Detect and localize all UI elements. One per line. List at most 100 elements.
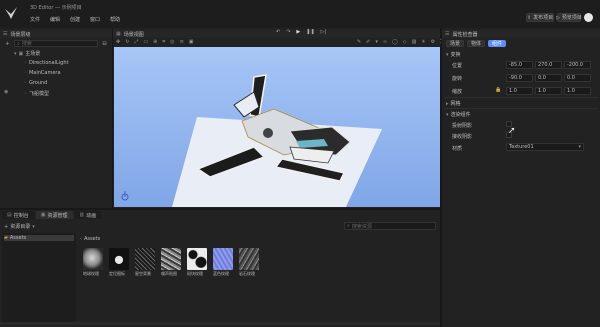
rotation-x-field[interactable]: -90.0 xyxy=(506,74,533,82)
hierarchy-header: ☰ 场景层级 xyxy=(0,30,112,38)
chevron-down-icon: ▾ xyxy=(446,51,449,58)
move-tool-icon[interactable]: ✥ xyxy=(116,39,120,45)
scale-y-field[interactable]: 1.0 xyxy=(535,87,562,95)
scrollbar[interactable] xyxy=(0,322,440,325)
rotation-y-field[interactable]: 0.0 xyxy=(535,74,562,82)
section-render[interactable]: ▾ 渲染组件 xyxy=(446,111,471,119)
asset-item[interactable]: 噪声贴图 xyxy=(161,248,183,277)
inspector-panel xyxy=(442,28,600,327)
redo-icon[interactable]: ↷ xyxy=(286,29,290,35)
brush-icon[interactable]: ✐ xyxy=(366,39,370,45)
camera-icon: ◦ xyxy=(24,70,27,76)
window-title: 3D Editor — 示例项目 xyxy=(30,5,82,11)
settings-icon[interactable]: ⚙ xyxy=(431,39,435,45)
section-transform[interactable]: ▾ 变换 xyxy=(446,51,596,59)
position-y-field[interactable]: 270.0 xyxy=(535,61,562,69)
tree-item-light[interactable]: ◦ DirectionalLight xyxy=(24,60,68,66)
film-icon: ▥ xyxy=(79,212,85,218)
position-z-field[interactable]: -200.0 xyxy=(564,61,591,69)
inspector-header: ☰ 属性检查器 xyxy=(442,30,600,38)
assets-header: + 资源目录 ▾ xyxy=(4,223,35,231)
avatar[interactable] xyxy=(584,13,593,22)
play-icon[interactable]: ▶ xyxy=(296,29,300,35)
inspector-title: 属性检查器 xyxy=(452,31,478,38)
eye-icon[interactable]: ◉ xyxy=(4,89,8,95)
breadcrumb: ‹ Assets xyxy=(80,236,101,242)
tree-item-ground[interactable]: ◦ Ground xyxy=(24,80,47,86)
rect-tool-icon[interactable]: ▭ xyxy=(143,39,148,45)
link-icon[interactable]: ∞ xyxy=(383,39,387,45)
info-icon: ☰ xyxy=(445,31,450,37)
viewport-toolbar-right: ✎ ✐ ▾ ∞ ◯ ◇ ▨ ☀ ⚙ ⛶ xyxy=(357,39,444,45)
step-icon[interactable]: ▷| xyxy=(321,29,327,35)
tab-object[interactable]: 物体 xyxy=(467,40,486,47)
tab-console[interactable]: ▤ 控制台 xyxy=(2,211,34,219)
asset-search-input[interactable]: ⌕ 搜索资源 xyxy=(344,222,436,230)
material-select[interactable]: Texture01 ▾ xyxy=(506,143,584,151)
menu-item-window[interactable]: 窗口 xyxy=(90,16,100,23)
rotate-tool-icon[interactable]: ↻ xyxy=(125,39,129,45)
menu-item-create[interactable]: 创建 xyxy=(70,16,80,23)
hierarchy-search-input[interactable]: ⌕ 搜索 xyxy=(14,40,98,47)
menu-item-file[interactable]: 文件 xyxy=(30,16,40,23)
cube-icon: ◦ xyxy=(24,90,27,97)
tree-item-scene[interactable]: ▾ ▣ 主场景 xyxy=(14,50,40,58)
menu-item-edit[interactable]: 编辑 xyxy=(50,16,60,23)
camera-icon[interactable]: ▣ xyxy=(189,39,194,45)
tab-animation[interactable]: ▥ 动画 xyxy=(74,211,102,219)
scale-z-field[interactable]: 1.0 xyxy=(564,87,591,95)
align-icon[interactable]: ≡ xyxy=(180,39,184,45)
bird-logo-icon[interactable] xyxy=(3,5,19,21)
image-icon[interactable]: ▨ xyxy=(412,39,417,45)
asset-thumbnail-stars xyxy=(135,248,155,270)
folder-icon: ▣ xyxy=(40,212,46,218)
pause-icon[interactable]: ❚❚ xyxy=(306,29,314,35)
position-x-field[interactable]: -85.0 xyxy=(506,61,533,69)
tab-assets[interactable]: ▣ 资源管理 xyxy=(35,211,73,219)
undo-icon[interactable]: ↶ xyxy=(276,29,280,35)
light-icon: ◦ xyxy=(24,60,27,66)
sphere-icon[interactable]: ◯ xyxy=(392,39,398,45)
add-icon[interactable]: + xyxy=(4,40,11,47)
menu-bar: 文件 编辑 创建 窗口 帮助 xyxy=(30,16,120,23)
asset-item[interactable]: 星空背景 xyxy=(135,248,157,277)
cube-icon[interactable]: ◇ xyxy=(403,39,407,45)
scale-x-field[interactable]: 1.0 xyxy=(506,87,533,95)
add-icon[interactable]: + xyxy=(4,224,8,230)
asset-item[interactable]: 岩石纹理 xyxy=(239,248,261,277)
tool-icon[interactable]: ✎ xyxy=(357,39,361,45)
asset-thumbnail-pin: ⬤ xyxy=(109,248,129,270)
lock-icon[interactable]: 🔒 xyxy=(495,87,501,93)
publish-button[interactable]: ⇪ 发布项目 xyxy=(526,13,554,22)
search-icon: ⌕ xyxy=(17,40,20,47)
hierarchy-title: 场景层级 xyxy=(10,31,31,38)
tree-item-camera[interactable]: ◦ MainCamera xyxy=(24,70,61,76)
rotation-z-field[interactable]: 0.0 xyxy=(564,74,591,82)
playback-controls: ↶ ↷ ▶ ❚❚ ▷| xyxy=(276,29,326,35)
scale-label: 缩放 xyxy=(452,89,463,95)
pivot-tool-icon[interactable]: ⊕ xyxy=(153,39,157,45)
snap-icon[interactable]: ⌗ xyxy=(162,39,165,45)
divider xyxy=(444,108,598,109)
scene-canvas[interactable] xyxy=(114,47,440,207)
tree-item-ship[interactable]: ◦ 飞船模型 xyxy=(24,90,49,98)
local-icon[interactable]: ◎ xyxy=(170,39,174,45)
folder-icon: ▰ xyxy=(4,235,8,241)
preview-button[interactable]: ▷ 预览项目 xyxy=(556,13,582,22)
asset-thumbnail-rock xyxy=(239,248,259,270)
section-mesh[interactable]: ▸ 网格 xyxy=(446,100,461,108)
asset-item[interactable]: 斑块纹理 xyxy=(187,248,209,277)
light-icon[interactable]: ☀ xyxy=(421,39,425,45)
chevron-left-icon[interactable]: ‹ xyxy=(80,236,82,242)
play-icon: ▷ xyxy=(556,14,560,21)
asset-item[interactable]: 地球纹理 xyxy=(83,248,105,277)
menu-item-help[interactable]: 帮助 xyxy=(110,16,120,23)
asset-item[interactable]: 蓝色纹理 xyxy=(213,248,235,277)
asset-item[interactable]: ⬤ 定位图标 xyxy=(109,248,131,277)
tab-scene[interactable]: 场景 xyxy=(446,40,465,47)
collapse-icon[interactable]: ⊟ xyxy=(101,40,108,47)
chevron-down-icon[interactable]: ▾ xyxy=(375,39,378,45)
tab-component[interactable]: 组件 xyxy=(488,40,507,47)
scale-tool-icon[interactable]: ⤢ xyxy=(134,39,138,45)
folder-item-assets[interactable]: ▰ Assets xyxy=(4,235,74,241)
